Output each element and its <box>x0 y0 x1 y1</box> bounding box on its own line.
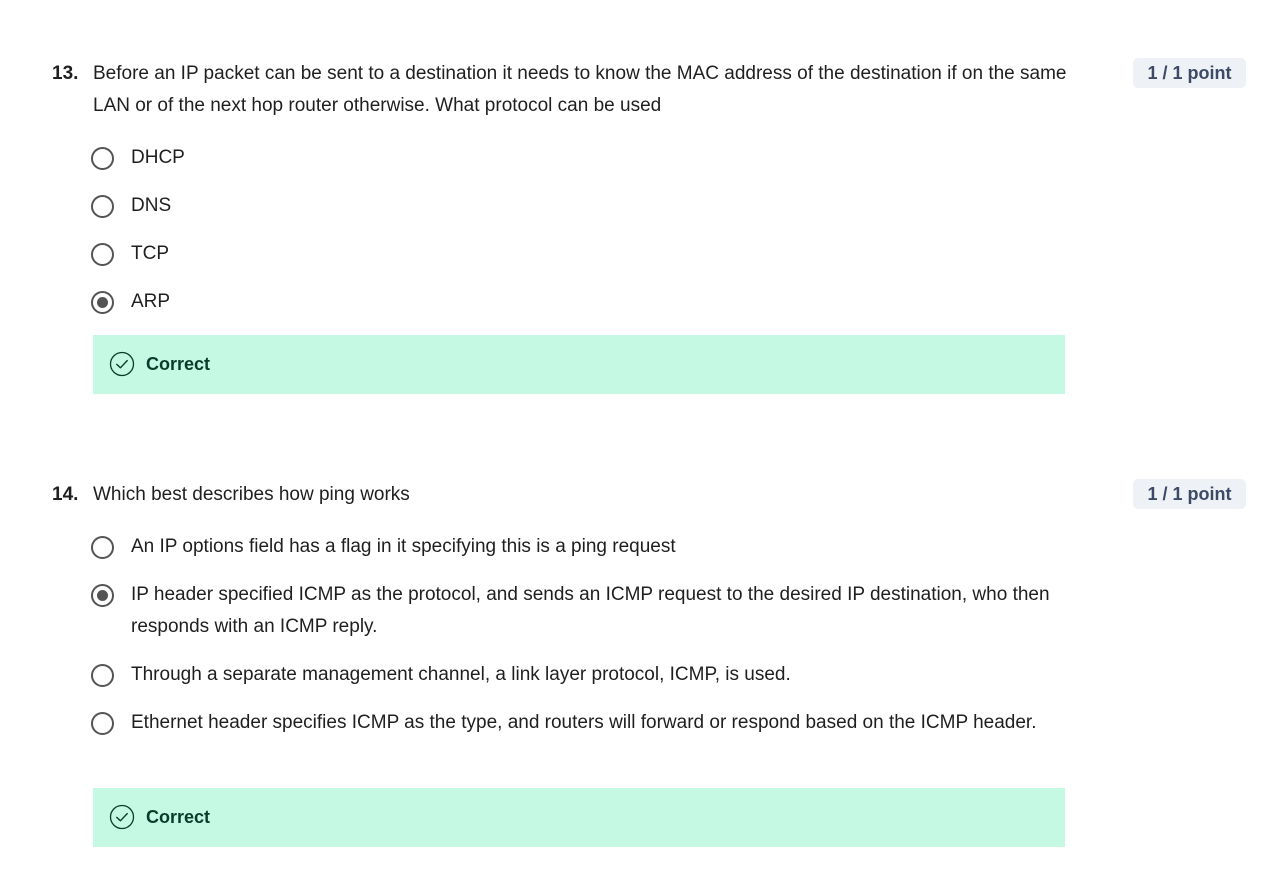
check-circle-icon <box>109 804 135 830</box>
question-number: 14. <box>52 484 79 505</box>
option-label: Through a separate management channel, a… <box>131 664 791 685</box>
feedback-label: Correct <box>146 807 211 827</box>
radio-button-selected-icon[interactable] <box>91 584 114 607</box>
question-text: Which best describes how ping works <box>93 484 410 505</box>
option-ethernet-header[interactable]: Ethernet header specifies ICMP as the ty… <box>91 709 1051 771</box>
option-management-channel[interactable]: Through a separate management channel, a… <box>91 661 1051 691</box>
points-badge: 1 / 1 point <box>1133 479 1246 509</box>
radio-button-icon[interactable] <box>91 536 114 559</box>
radio-button-icon[interactable] <box>91 712 114 735</box>
option-ip-header-icmp[interactable]: IP header specified ICMP as the protocol… <box>91 581 1051 643</box>
option-ip-options-flag[interactable]: An IP options field has a flag in it spe… <box>91 533 1051 563</box>
radio-button-icon[interactable] <box>91 664 114 687</box>
option-label: IP header specified ICMP as the protocol… <box>131 584 1050 637</box>
option-label: Ethernet header specifies ICMP as the ty… <box>131 712 1037 733</box>
feedback-correct: Correct <box>93 788 1065 847</box>
option-label: An IP options field has a flag in it spe… <box>131 536 676 557</box>
question-14: 14. Which best describes how ping works … <box>0 0 1276 878</box>
